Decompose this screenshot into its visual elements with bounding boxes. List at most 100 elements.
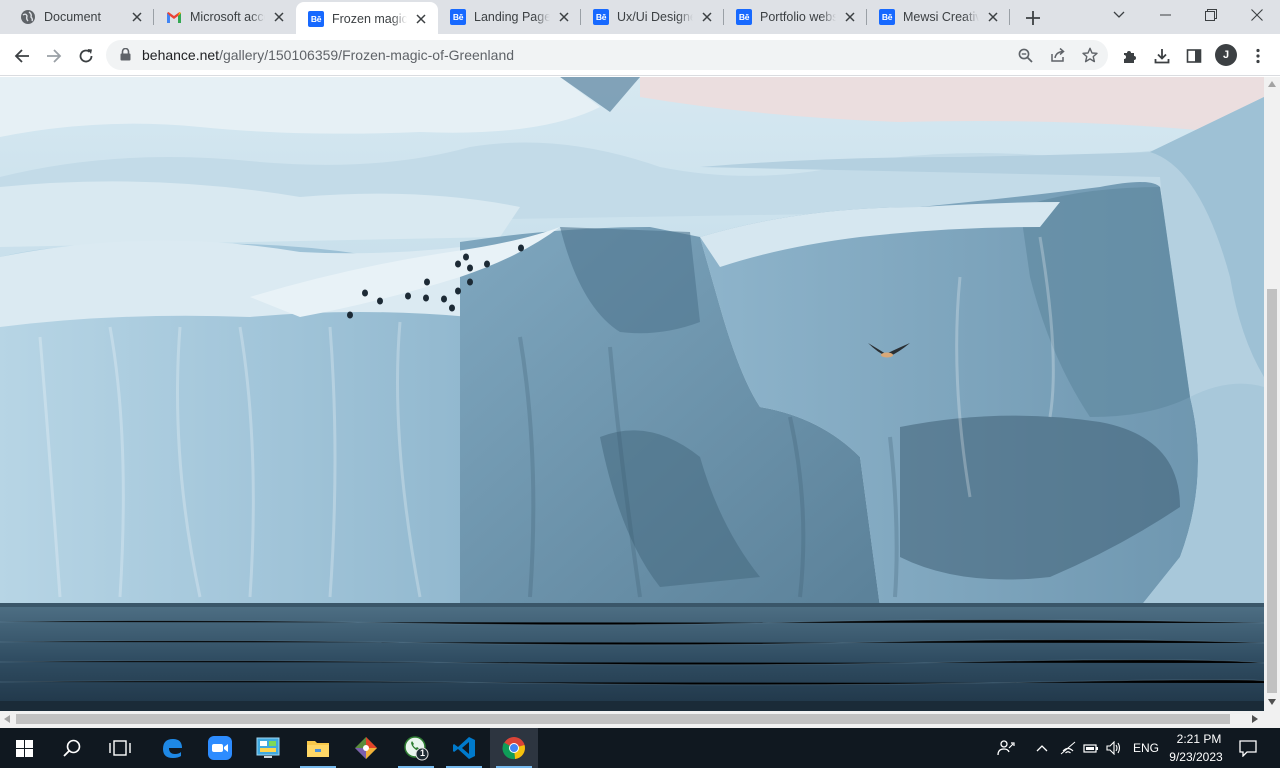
taskbar-control-panel[interactable] [244, 728, 292, 768]
page-content[interactable] [0, 77, 1264, 711]
scroll-down-icon[interactable] [1268, 699, 1276, 705]
tab-frozen-magic[interactable]: Bē Frozen magic o [296, 2, 438, 36]
chrome-menu-button[interactable] [1244, 42, 1272, 70]
side-panel-button[interactable] [1180, 42, 1208, 70]
horizontal-scrollbar[interactable] [0, 711, 1280, 728]
restore-button[interactable] [1188, 0, 1234, 30]
url-host: behance.net [142, 47, 220, 63]
zoom-icon[interactable] [1013, 43, 1037, 67]
tab-title: Frozen magic o [332, 12, 407, 26]
battery-button[interactable] [1080, 728, 1102, 768]
puzzle-icon [1124, 51, 1136, 63]
share-icon[interactable] [1046, 43, 1070, 67]
tab-mewsi-creative[interactable]: Bē Mewsi Creative [867, 0, 1010, 34]
globe-icon [20, 9, 36, 25]
tab-title: Landing Page - [474, 10, 550, 24]
search-button[interactable] [48, 728, 96, 768]
forward-button[interactable] [40, 42, 68, 70]
reload-icon [79, 49, 93, 63]
speaker-icon [1106, 741, 1121, 755]
close-icon[interactable] [699, 9, 715, 25]
whatsapp-notification-badge: 1 [420, 748, 426, 758]
whatsapp-icon [404, 736, 429, 761]
windows-taskbar: 1 ENG 2:21 PM 9/23/2023 [0, 728, 1280, 768]
arrow-right-icon [47, 49, 62, 63]
scroll-left-icon[interactable] [4, 715, 10, 723]
close-icon[interactable] [129, 9, 145, 25]
start-button[interactable] [0, 728, 48, 768]
clock-time[interactable]: 2:21 PM [1173, 732, 1225, 746]
git-icon [355, 737, 377, 759]
tab-separator [1009, 9, 1010, 25]
close-icon [1251, 9, 1263, 21]
minimize-button[interactable] [1142, 0, 1188, 30]
tab-title: Ux/Ui Designer [617, 10, 693, 24]
iceberg-photo [0, 77, 1264, 711]
task-view-button[interactable] [96, 728, 144, 768]
horizontal-scrollbar-thumb[interactable] [16, 714, 1230, 724]
close-icon[interactable] [556, 9, 572, 25]
plus-icon [1026, 11, 1040, 25]
folder-icon [307, 741, 329, 757]
notification-icon [1239, 739, 1257, 757]
taskbar-git[interactable] [342, 728, 390, 768]
volume-button[interactable] [1102, 728, 1126, 768]
edge-icon [163, 739, 182, 758]
browser-toolbar: behance.net/gallery/150106359/Frozen-mag… [0, 36, 1280, 76]
scroll-up-icon[interactable] [1268, 81, 1276, 87]
action-center-button[interactable] [1228, 728, 1268, 768]
tab-title: Portfolio websi [760, 10, 836, 24]
profile-avatar[interactable]: J [1215, 44, 1237, 66]
chevron-down-icon [1113, 11, 1125, 18]
close-icon[interactable] [413, 11, 429, 27]
downloads-button[interactable] [1148, 42, 1176, 70]
people-icon [997, 740, 1015, 756]
new-tab-button[interactable] [1020, 5, 1046, 31]
tab-microsoft-account[interactable]: Microsoft acco [154, 0, 296, 34]
vertical-scrollbar-thumb[interactable] [1267, 289, 1277, 693]
behance-icon: Bē [879, 9, 895, 25]
search-icon [63, 739, 81, 757]
back-button[interactable] [8, 42, 36, 70]
tab-title: Mewsi Creative [903, 10, 979, 24]
network-button[interactable] [1056, 728, 1080, 768]
scroll-right-icon[interactable] [1252, 715, 1258, 723]
taskbar-zoom[interactable] [196, 728, 244, 768]
taskbar-whatsapp[interactable]: 1 [392, 728, 440, 768]
tab-document[interactable]: Document [8, 0, 154, 34]
battery-icon [1083, 744, 1098, 753]
taskbar-file-explorer[interactable] [294, 728, 342, 768]
bookmark-star-icon[interactable] [1078, 43, 1102, 67]
taskbar-edge[interactable] [148, 728, 196, 768]
people-button[interactable] [984, 728, 1028, 768]
close-icon[interactable] [985, 9, 1001, 25]
arrow-left-icon [14, 49, 29, 63]
input-language[interactable]: ENG [1133, 741, 1159, 755]
reload-button[interactable] [72, 42, 100, 70]
close-window-button[interactable] [1234, 0, 1280, 30]
extensions-button[interactable] [1116, 42, 1144, 70]
clock-date[interactable]: 9/23/2023 [1166, 750, 1226, 764]
behance-icon: Bē [308, 11, 324, 27]
lock-icon[interactable] [120, 47, 131, 66]
close-icon[interactable] [271, 9, 287, 25]
side-panel-icon [1186, 49, 1202, 63]
gmail-icon [166, 9, 182, 25]
taskbar-vscode[interactable] [440, 728, 488, 768]
behance-icon: Bē [593, 9, 609, 25]
vertical-scrollbar[interactable] [1264, 77, 1280, 711]
tab-ux-ui-designer[interactable]: Bē Ux/Ui Designer [581, 0, 724, 34]
address-bar[interactable]: behance.net/gallery/150106359/Frozen-mag… [106, 40, 1108, 70]
task-view-icon [109, 740, 131, 756]
url-text[interactable]: behance.net/gallery/150106359/Frozen-mag… [142, 47, 514, 63]
wifi-icon [1060, 741, 1076, 755]
tab-landing-page[interactable]: Bē Landing Page - [438, 0, 581, 34]
close-icon[interactable] [842, 9, 858, 25]
minimize-icon [1159, 14, 1171, 16]
tab-search-button[interactable] [1096, 0, 1142, 30]
control-panel-icon [256, 737, 280, 758]
show-hidden-icons-button[interactable] [1030, 728, 1054, 768]
behance-icon: Bē [450, 9, 466, 25]
tab-portfolio-website[interactable]: Bē Portfolio websi [724, 0, 867, 34]
taskbar-chrome[interactable] [490, 728, 538, 768]
